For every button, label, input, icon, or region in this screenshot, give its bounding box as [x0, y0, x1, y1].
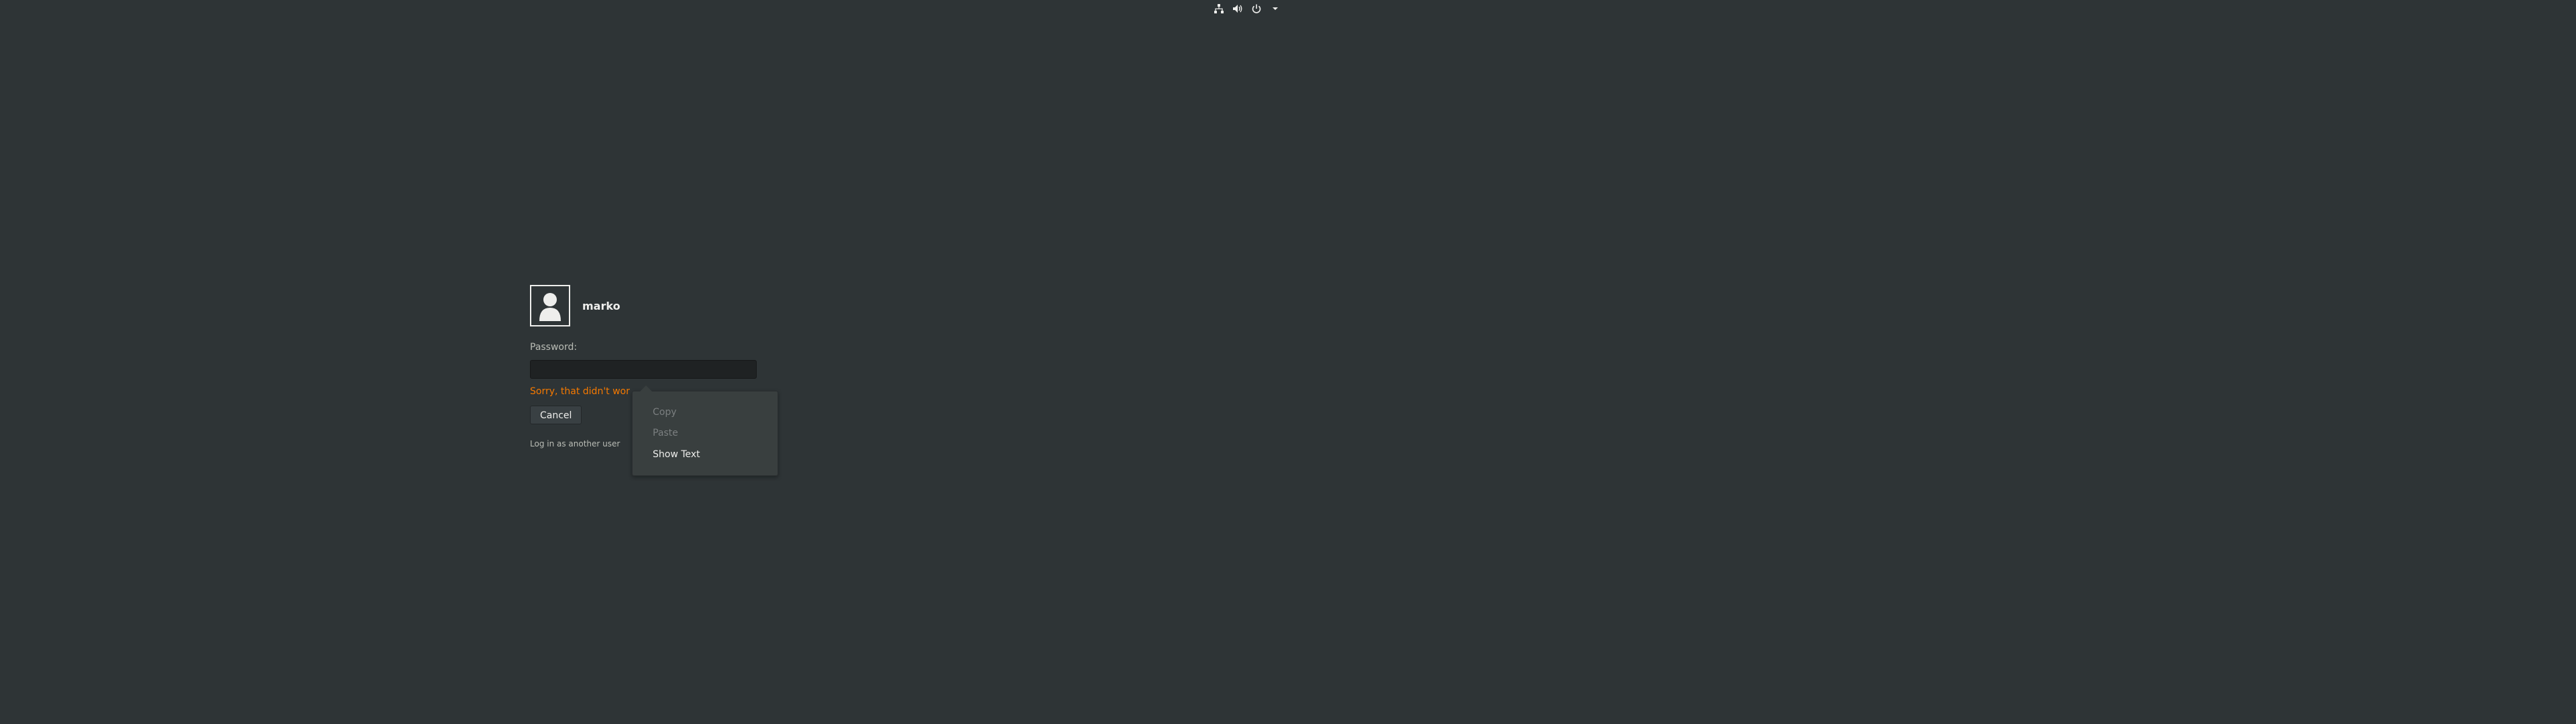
- menu-item-copy[interactable]: Copy: [653, 406, 677, 419]
- password-field[interactable]: [530, 360, 757, 379]
- menu-arrow-down-icon[interactable]: [1269, 3, 1281, 15]
- network-wired-icon[interactable]: [1213, 3, 1225, 15]
- menu-item-paste[interactable]: Paste: [653, 426, 678, 440]
- user-row: marko: [530, 284, 798, 328]
- user-avatar-icon: [539, 293, 561, 321]
- top-panel-status-area[interactable]: [1213, 2, 1281, 15]
- volume-icon[interactable]: [1232, 3, 1244, 15]
- power-icon[interactable]: [1250, 3, 1263, 15]
- password-context-menu: Copy Paste Show Text: [632, 385, 778, 476]
- user-avatar: [530, 285, 570, 326]
- error-message: Sorry, that didn't work. Please try agai…: [530, 386, 631, 397]
- password-label: Password:: [530, 342, 578, 353]
- lock-screen: marko Password: Sorry, that didn't work.…: [0, 0, 2576, 724]
- cancel-button[interactable]: Cancel: [530, 406, 582, 424]
- username-label: marko: [582, 299, 621, 312]
- menu-item-show-text[interactable]: Show Text: [653, 448, 700, 461]
